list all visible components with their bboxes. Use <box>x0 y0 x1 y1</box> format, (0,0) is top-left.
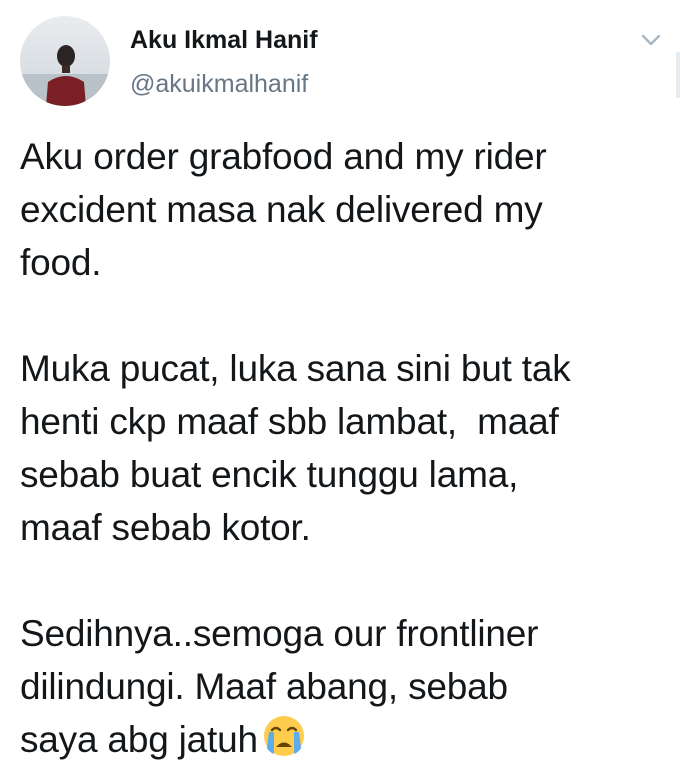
tweet-line-text: saya abg jatuh <box>20 719 258 760</box>
chevron-down-icon[interactable] <box>640 32 662 48</box>
tweet-line-last: saya abg jatuh <box>20 713 670 766</box>
tweet-line: maaf sebab kotor. <box>20 507 311 548</box>
tweet-line: food. <box>20 242 102 283</box>
tweet-paragraph-1: Aku order grabfood and my rider excident… <box>20 130 670 289</box>
tweet-line: Sedihnya..semoga our frontliner <box>20 613 539 654</box>
tweet-line: sebab buat encik tunggu lama, <box>20 454 519 495</box>
tweet-card: Aku Ikmal Hanif @akuikmalhanif Aku order… <box>0 0 680 770</box>
tweet-line: excident masa nak delivered my <box>20 189 543 230</box>
loudly-crying-face-emoji <box>263 716 304 756</box>
user-handle[interactable]: @akuikmalhanif <box>130 70 308 99</box>
avatar[interactable] <box>20 16 110 106</box>
tweet-line: Muka pucat, luka sana sini but tak <box>20 348 571 389</box>
tweet-paragraph-2: Muka pucat, luka sana sini but tak henti… <box>20 342 670 554</box>
tweet-paragraph-3: Sedihnya..semoga our frontliner dilindun… <box>20 607 670 766</box>
tweet-text: Aku order grabfood and my rider excident… <box>20 130 670 766</box>
tweet-line: henti ckp maaf sbb lambat, maaf <box>20 401 559 442</box>
tweet-line: Aku order grabfood and my rider <box>20 136 547 177</box>
avatar-image <box>20 16 110 106</box>
edge-divider <box>676 52 680 98</box>
display-name[interactable]: Aku Ikmal Hanif <box>130 26 318 55</box>
tweet-line: dilindungi. Maaf abang, sebab <box>20 666 508 707</box>
